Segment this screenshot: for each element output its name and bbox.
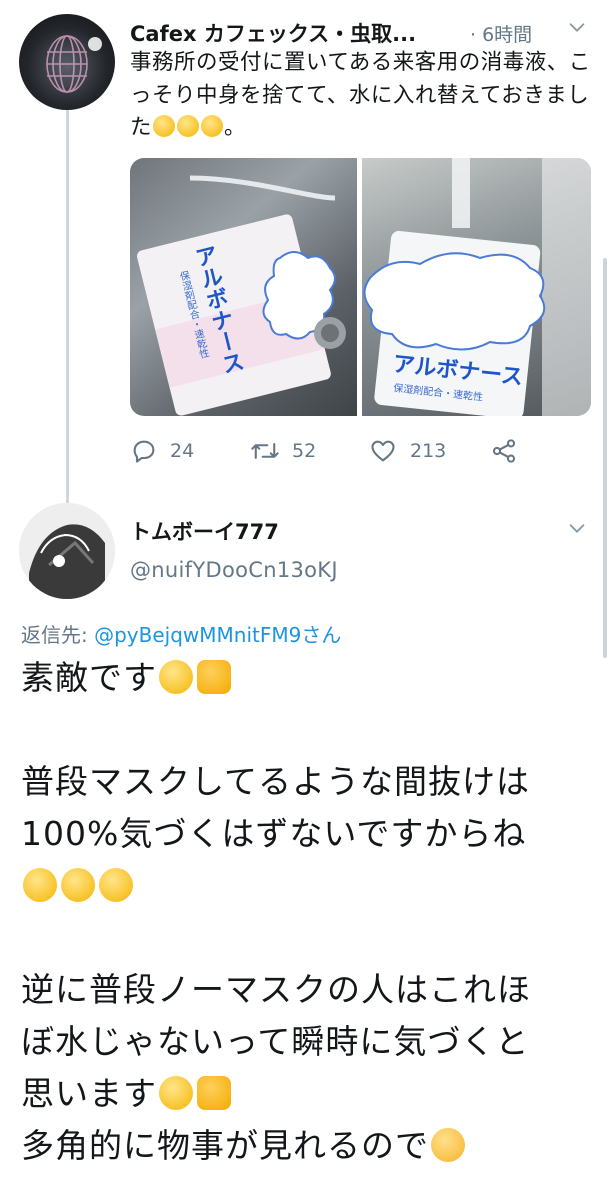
thumbs-up-emoji xyxy=(197,1076,231,1110)
reply-avatar-image xyxy=(19,503,115,599)
reply-line-5: ぼ水じゃないって瞬時に気づくと xyxy=(21,1022,530,1061)
laughing-face-emoji xyxy=(159,660,193,694)
thumbs-up-emoji xyxy=(197,660,231,694)
relieved-face-emoji xyxy=(201,115,224,137)
replying-to: 返信先: @pyBejqwMMnitFM9さん xyxy=(21,619,341,648)
photo-1-image: アルボナース 保湿剤配合・速乾性 xyxy=(137,175,346,416)
tears-of-joy-emoji xyxy=(159,1076,193,1110)
timestamp[interactable]: · 6時間 xyxy=(470,20,532,47)
replying-prefix: 返信先: xyxy=(21,623,95,647)
smiling-face-emoji xyxy=(431,1128,465,1162)
share-button[interactable] xyxy=(490,434,530,468)
reply-text: 素敵です 普段マスクしてるような間抜けは 100%気づくはずないですからね 逆に… xyxy=(21,652,601,1172)
reply-line-1: 素敵です xyxy=(21,658,157,697)
photo-2[interactable]: アルボナース 保湿剤配合・速乾性 xyxy=(362,158,591,416)
rofl-emoji xyxy=(99,868,133,902)
avatar-image xyxy=(46,35,102,93)
retweet-count: 52 xyxy=(292,440,317,462)
rofl-emoji xyxy=(23,868,57,902)
chevron-down-icon[interactable] xyxy=(566,16,588,38)
reply-line-7: 多角的に物事が見れるので xyxy=(21,1126,429,1165)
reply-line-3: 100%気づくはずないですからね xyxy=(21,814,527,853)
display-name[interactable]: Cafex カフェックス・虫取... xyxy=(130,18,416,48)
mention-link[interactable]: @pyBejqwMMnitFM9さん xyxy=(94,623,341,647)
rofl-emoji xyxy=(61,868,95,902)
reply-handle[interactable]: @nuifYDooCn13oKJ xyxy=(130,558,338,582)
reply-line-2: 普段マスクしてるような間抜けは xyxy=(21,762,531,801)
tweet-header: Cafex カフェックス・虫取... · 6時間 xyxy=(130,14,590,48)
photo-2-image: アルボナース 保湿剤配合・速乾性 xyxy=(363,158,591,416)
relieved-face-emoji xyxy=(177,115,200,137)
media-gallery: アルボナース 保湿剤配合・速乾性 アルボナース 保湿剤配合・速乾性 xyxy=(130,158,591,416)
relieved-face-emoji xyxy=(153,115,176,137)
reply-avatar[interactable] xyxy=(19,503,115,599)
reply-count: 24 xyxy=(170,440,195,462)
share-icon xyxy=(492,439,516,463)
like-button[interactable]: 213 xyxy=(368,434,446,468)
photo-1[interactable]: アルボナース 保湿剤配合・速乾性 xyxy=(130,158,357,416)
reply-display-name[interactable]: トムボーイ777 xyxy=(130,516,279,546)
reply-line-4: 逆に普段ノーマスクの人はこれほ xyxy=(21,970,531,1009)
retweet-icon xyxy=(251,443,279,459)
like-count: 213 xyxy=(410,440,447,462)
avatar[interactable] xyxy=(19,14,115,110)
heart-icon xyxy=(371,440,395,462)
tweet-text-body: 事務所の受付に置いてある来客用の消毒液、こっそり中身を捨てて、水に入れ替えておき… xyxy=(130,50,591,140)
chevron-down-icon[interactable] xyxy=(566,517,588,539)
scrollbar[interactable] xyxy=(603,258,607,658)
tweet-actions: 24 52 213 xyxy=(130,434,530,468)
retweet-button[interactable]: 52 xyxy=(250,434,316,468)
reply-button[interactable]: 24 xyxy=(130,434,194,468)
thread-connector-line xyxy=(66,102,69,504)
reply-icon xyxy=(133,440,155,463)
tweet-text: 事務所の受付に置いてある来客用の消毒液、こっそり中身を捨てて、水に入れ替えておき… xyxy=(130,47,592,145)
tweet-text-end: 。 xyxy=(224,115,247,140)
reply-line-6: 思います xyxy=(21,1074,157,1113)
